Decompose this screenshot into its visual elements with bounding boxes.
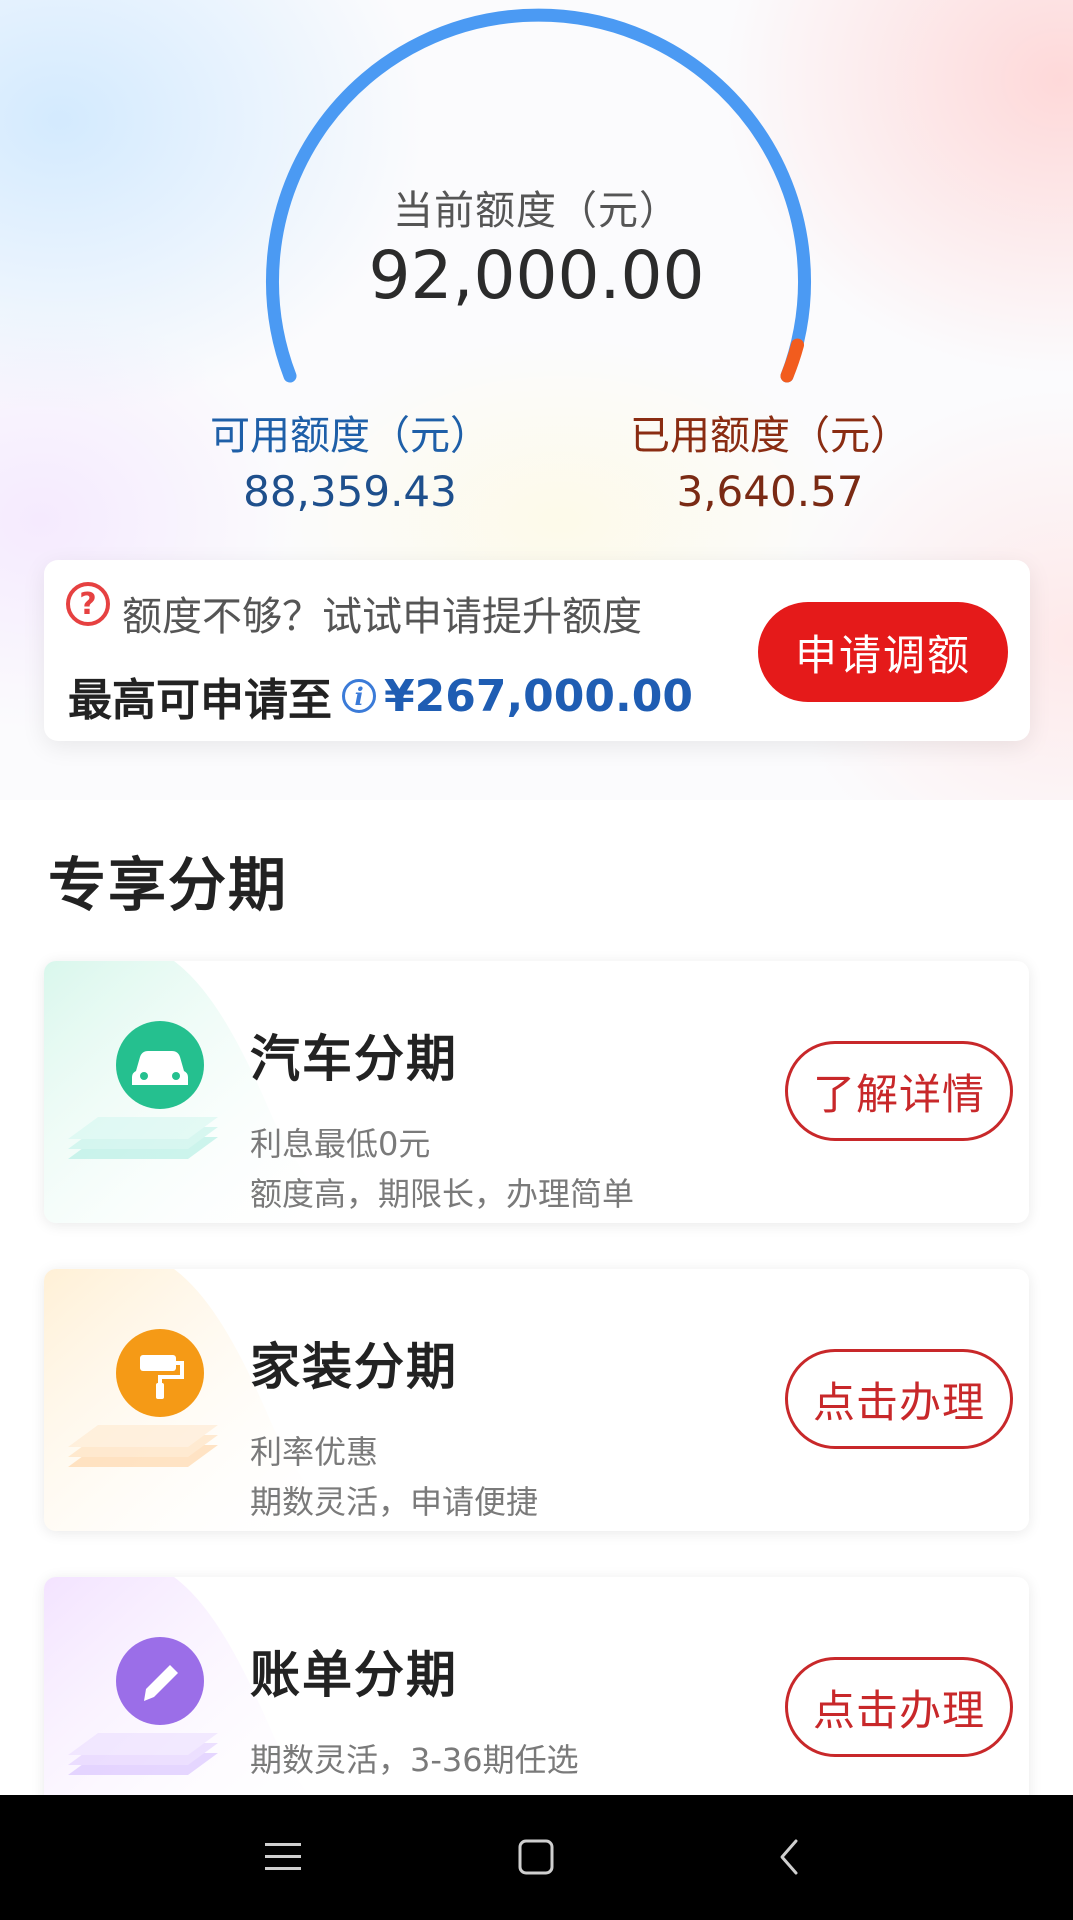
upgrade-tip: 额度不够？试试申请提升额度 — [122, 594, 642, 640]
card-desc: 期数灵活，申请便捷 — [250, 1483, 539, 1521]
menu-icon[interactable] — [248, 1825, 318, 1889]
card-desc: 期数灵活，3-36期任选 — [250, 1741, 579, 1779]
max-apply-amount: ¥267,000.00 — [384, 670, 693, 722]
card-title: 账单分期 — [250, 1646, 458, 1704]
credit-upgrade-card: ? 额度不够？试试申请提升额度 最高可申请至 i ¥267,000.00 申请调… — [44, 560, 1030, 741]
question-icon: ? — [66, 582, 110, 626]
used-credit: 已用额度（元） 3,640.57 — [630, 403, 910, 516]
home-decoration-installment-card[interactable]: 家装分期 利率优惠 期数灵活，申请便捷 点击办理 — [44, 1269, 1029, 1531]
back-icon[interactable] — [754, 1825, 824, 1889]
pencil-icon — [68, 1637, 218, 1775]
card-desc: 额度高，期限长，办理简单 — [250, 1175, 635, 1213]
apply-adjust-button[interactable]: 申请调额 — [758, 602, 1008, 702]
available-credit-value: 88,359.43 — [243, 467, 457, 516]
card-desc: 利率优惠 — [250, 1433, 379, 1471]
current-credit-value: 92,000.00 — [368, 237, 705, 314]
learn-more-button[interactable]: 了解详情 — [785, 1041, 1013, 1141]
current-credit-label: 当前额度（元） — [393, 188, 680, 234]
available-credit: 可用额度（元） 88,359.43 — [210, 403, 490, 516]
max-apply-label: 最高可申请至 — [68, 675, 332, 726]
bill-installment-card[interactable]: 账单分期 期数灵活，3-36期任选 点击办理 — [44, 1577, 1029, 1817]
section-title: 专享分期 — [48, 851, 289, 919]
car-installment-card[interactable]: 汽车分期 利息最低0元 额度高，期限长，办理简单 了解详情 — [44, 961, 1029, 1223]
car-icon — [68, 1021, 218, 1159]
apply-button[interactable]: 点击办理 — [785, 1349, 1013, 1449]
available-credit-label: 可用额度（元） — [210, 413, 490, 459]
card-desc: 利息最低0元 — [250, 1125, 431, 1163]
credit-page: 当前额度（元） 92,000.00 可用额度（元） 88,359.43 已用额度… — [0, 0, 1073, 1920]
card-title: 汽车分期 — [250, 1030, 458, 1088]
gauge-used-arc — [780, 338, 804, 383]
info-icon[interactable]: i — [342, 679, 376, 713]
used-credit-label: 已用额度（元） — [630, 413, 910, 459]
paint-roller-icon — [68, 1329, 218, 1467]
credit-header: 当前额度（元） 92,000.00 可用额度（元） 88,359.43 已用额度… — [0, 0, 1073, 800]
system-nav-bar — [0, 1795, 1073, 1920]
card-title: 家装分期 — [250, 1338, 458, 1396]
used-credit-value: 3,640.57 — [676, 467, 864, 516]
home-icon[interactable] — [501, 1825, 571, 1889]
apply-button[interactable]: 点击办理 — [785, 1657, 1013, 1757]
max-apply-row: 最高可申请至 i ¥267,000.00 — [68, 664, 693, 728]
